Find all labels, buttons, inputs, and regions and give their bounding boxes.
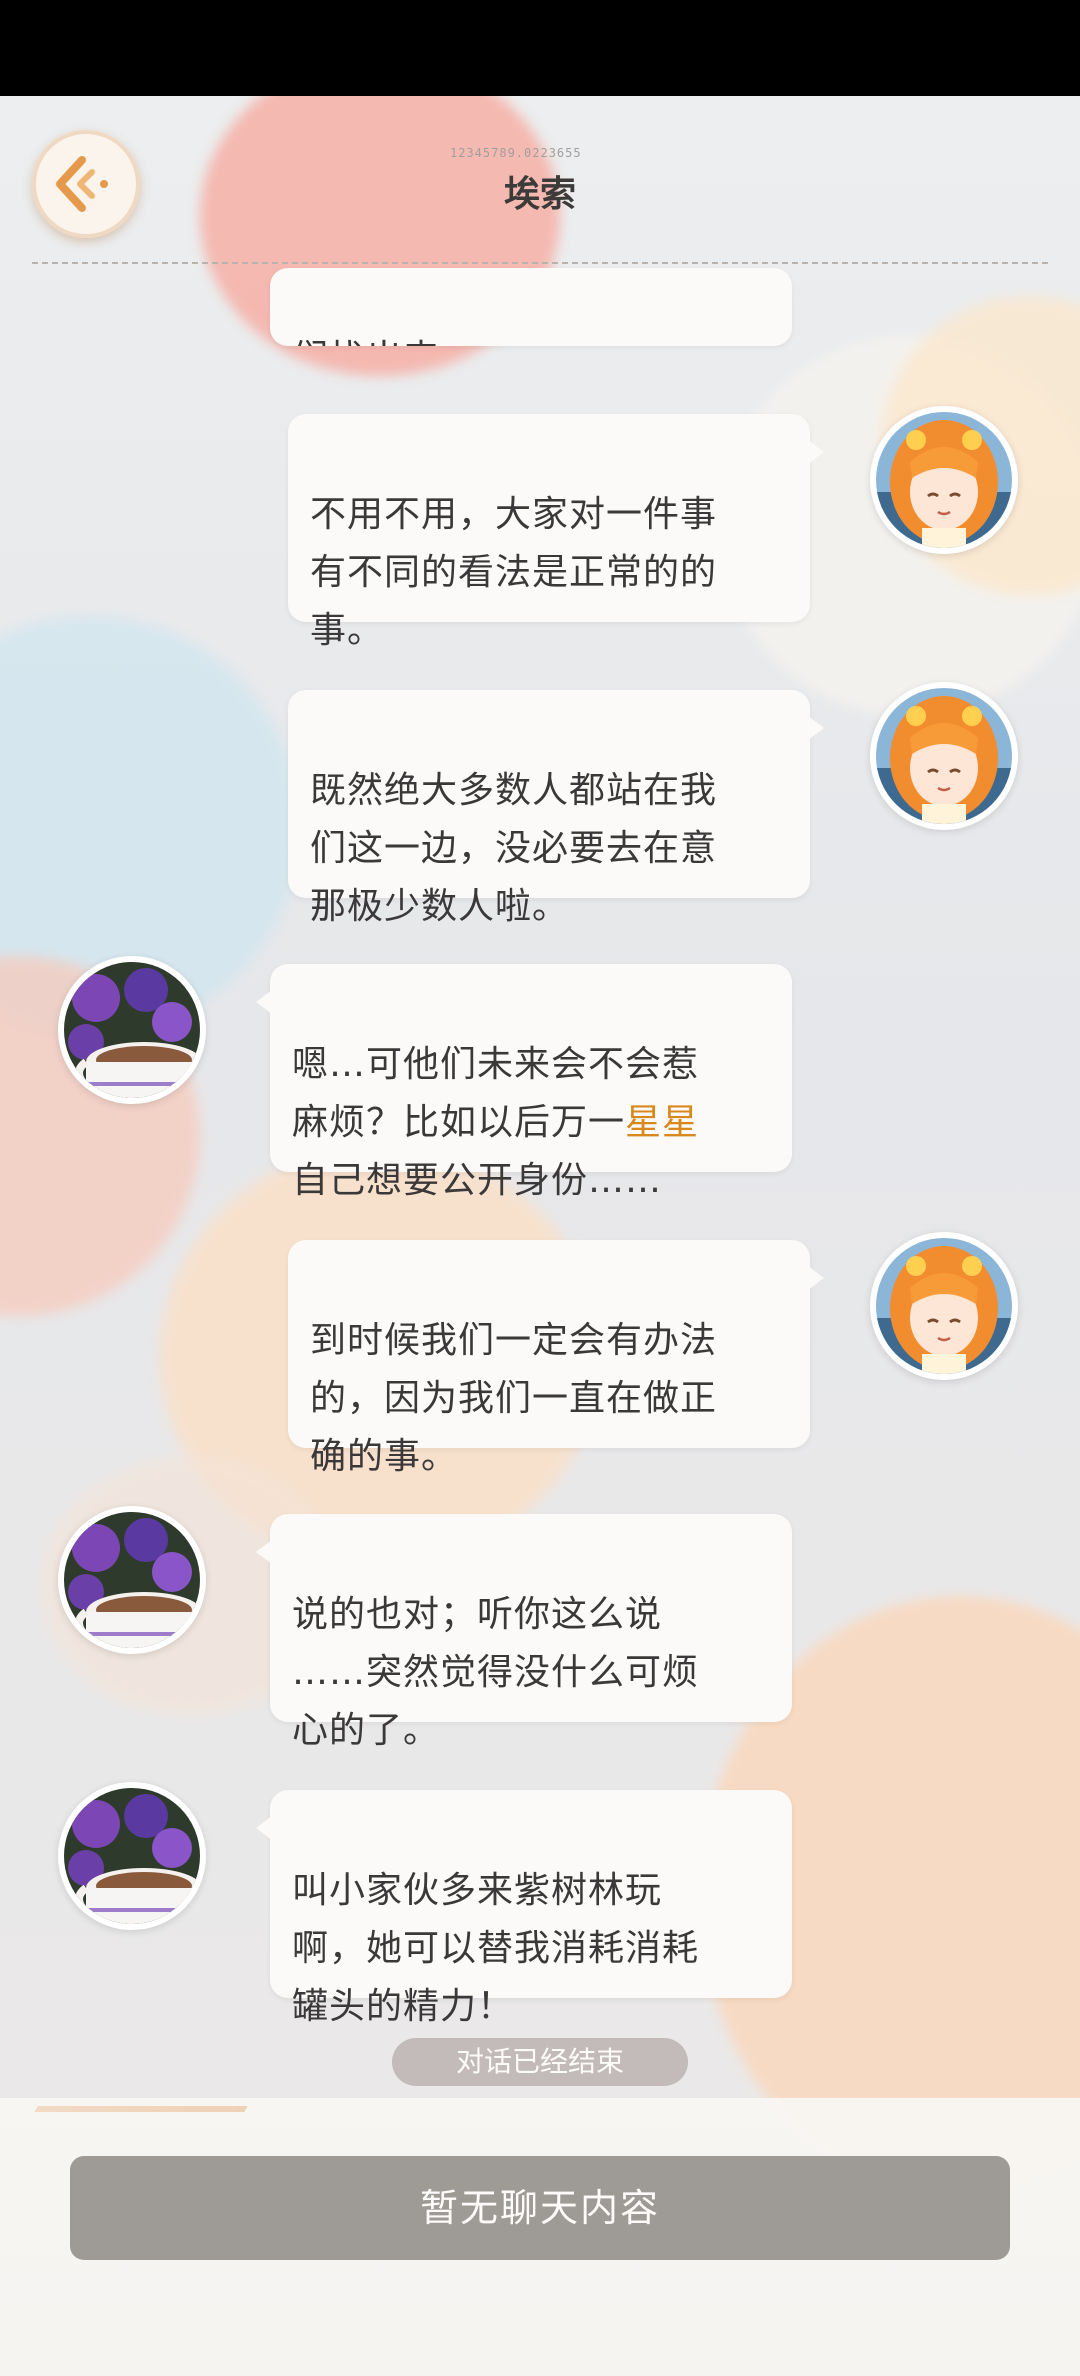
player-avatar[interactable] — [58, 1782, 206, 1930]
conversation-id: 12345789.0223655 — [450, 146, 582, 160]
status-bar — [0, 0, 1080, 96]
girl-avatar[interactable] — [870, 406, 1018, 554]
chat-title: 埃索 — [503, 174, 576, 215]
header-divider — [32, 262, 1048, 264]
message-text: 们找出来…… — [292, 338, 514, 346]
message-bubble-girl: 既然绝大多数人都站在我 们这一边，没必要去在意 那极少数人啦。 — [288, 690, 824, 927]
message-bubble-girl: 到时候我们一定会有办法 的，因为我们一直在做正 确的事。 — [288, 1240, 824, 1477]
message-bubble-player: 嗯…可他们未来会不会惹 麻烦？比如以后万一星星 自己想要公开身份…… — [256, 964, 792, 1201]
player-avatar[interactable] — [58, 1506, 206, 1654]
player-avatar[interactable] — [58, 956, 206, 1104]
conversation-ended-badge: 对话已经结束 — [392, 2038, 688, 2086]
message-bubble-player: 叫小家伙多来紫树林玩 啊，她可以替我消耗消耗 罐头的精力！ — [256, 1790, 792, 2027]
panel-decoration — [34, 2106, 248, 2112]
orange-hair-girl-avatar-icon — [876, 1238, 1012, 1374]
girl-avatar[interactable] — [870, 1232, 1018, 1380]
message-bubble-player: 说的也对；听你这么说 ……突然觉得没什么可烦 心的了。 — [256, 1514, 792, 1751]
message-text-after: 自己想要公开身份…… — [292, 1160, 663, 1201]
highlighted-name: 星星 — [625, 1102, 700, 1143]
message-bubble-player: 们找出来…… — [270, 268, 792, 346]
orange-hair-girl-avatar-icon — [876, 412, 1012, 548]
orange-hair-girl-avatar-icon — [876, 688, 1012, 824]
message-bubble-girl: 不用不用，大家对一件事 有不同的看法是正常的的 事。 — [288, 414, 824, 651]
coffee-cup-hydrangea-avatar-icon — [64, 1788, 200, 1924]
coffee-cup-hydrangea-avatar-icon — [64, 1512, 200, 1648]
coffee-cup-hydrangea-avatar-icon — [64, 962, 200, 1098]
no-chat-content-button[interactable]: 暂无聊天内容 — [70, 2156, 1010, 2260]
girl-avatar[interactable] — [870, 682, 1018, 830]
